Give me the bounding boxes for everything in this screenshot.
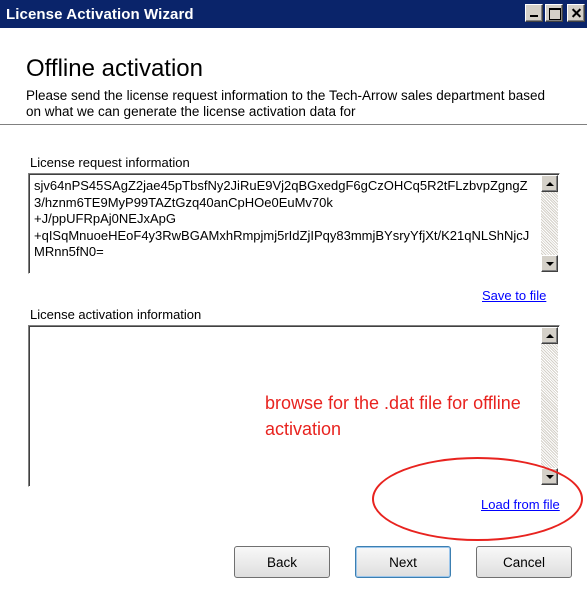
load-from-file-link[interactable]: Load from file: [481, 497, 560, 512]
save-to-file-link[interactable]: Save to file: [482, 288, 546, 303]
wizard-header: [0, 28, 587, 144]
window-title: License Activation Wizard: [6, 5, 194, 23]
license-activation-wizard-window: License Activation Wizard Offline activa…: [0, 0, 587, 590]
page-title: Offline activation: [26, 55, 203, 82]
title-bar[interactable]: License Activation Wizard: [0, 0, 587, 28]
back-button[interactable]: Back: [234, 546, 330, 578]
scroll-down-button[interactable]: [541, 255, 558, 272]
license-request-textbox[interactable]: sjv64nPS45SAgZ2jae45pTbsfNy2JiRuE9Vj2qBG…: [28, 173, 560, 274]
request-scrollbar[interactable]: [541, 175, 558, 272]
arrow-down-icon: [545, 261, 554, 266]
activation-scrollbar[interactable]: [541, 327, 558, 485]
close-icon[interactable]: [567, 4, 585, 22]
header-divider: [0, 124, 587, 126]
license-activation-label: License activation information: [30, 307, 202, 322]
license-request-label: License request information: [30, 155, 190, 170]
page-description: Please send the license request informat…: [26, 88, 546, 119]
window-controls: [525, 4, 585, 22]
scroll-up-button[interactable]: [541, 327, 558, 344]
next-button[interactable]: Next: [355, 546, 451, 578]
scroll-up-button[interactable]: [541, 175, 558, 192]
arrow-up-icon: [545, 333, 554, 338]
arrow-up-icon: [545, 181, 554, 186]
cancel-button[interactable]: Cancel: [476, 546, 572, 578]
license-request-text: sjv64nPS45SAgZ2jae45pTbsfNy2JiRuE9Vj2qBG…: [34, 178, 530, 259]
annotation-note: browse for the .dat file for offline act…: [265, 393, 521, 439]
minimize-icon[interactable]: [525, 4, 543, 22]
maximize-icon[interactable]: [545, 4, 563, 22]
